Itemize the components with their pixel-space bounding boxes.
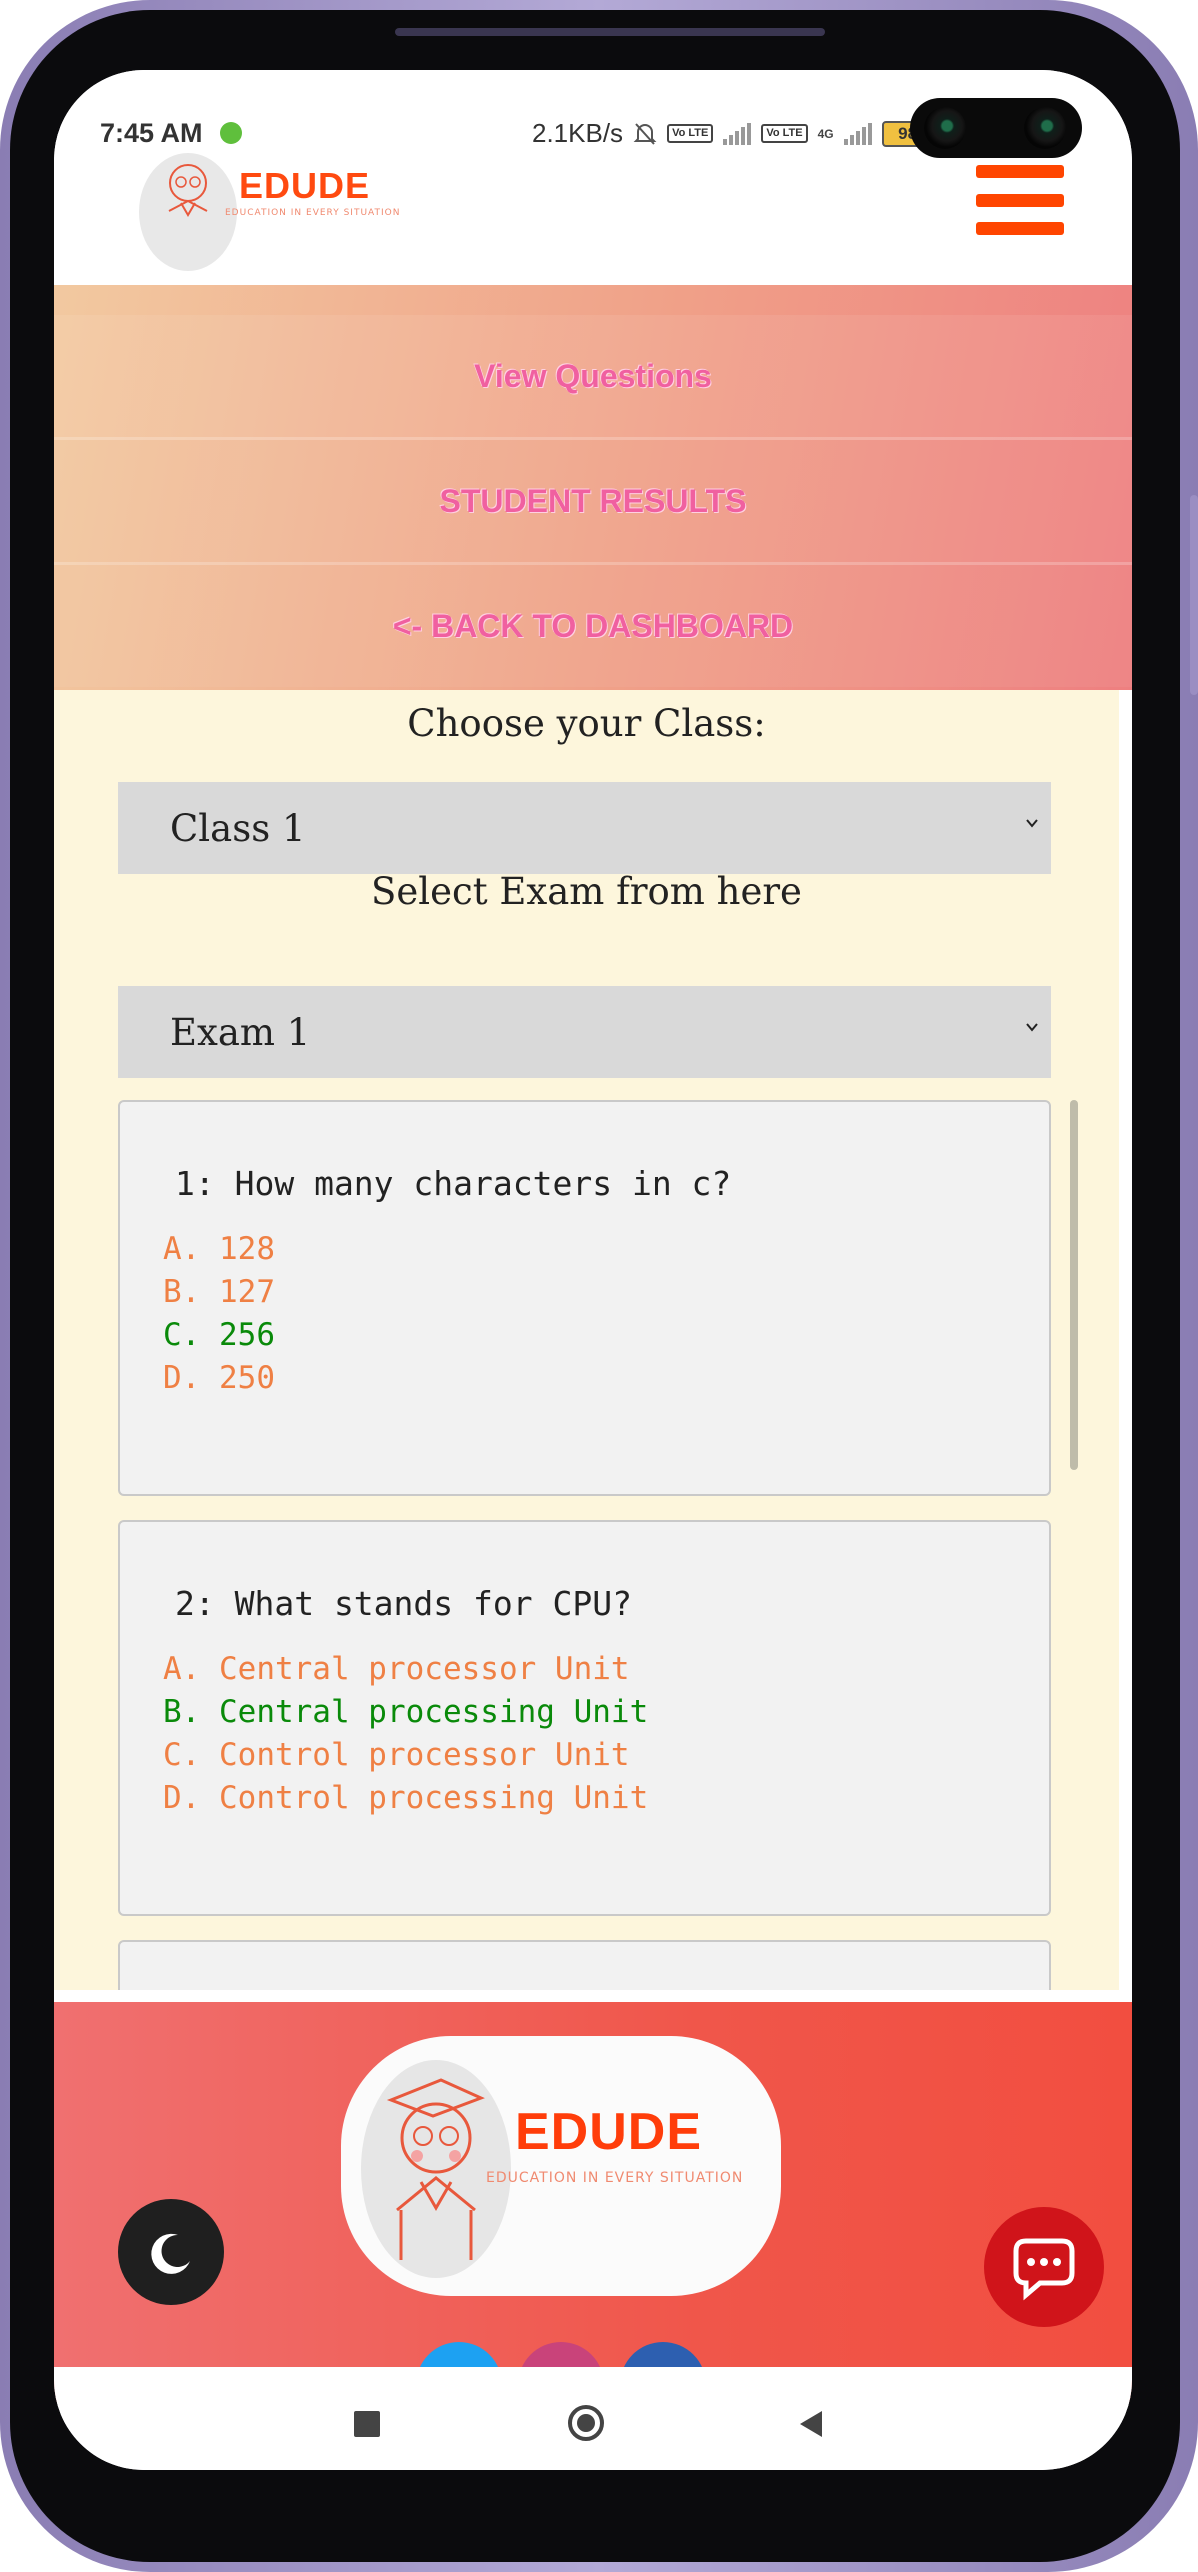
nav-menu: View Questions STUDENT RESULTS <- BACK T… <box>54 285 1132 690</box>
footer-logo-tagline: EDUCATION IN EVERY SITUATION <box>486 2170 744 2186</box>
main-content: Choose your Class: Class 1 Select Exam f… <box>54 690 1119 1990</box>
question-options: A. Central processor Unit B. Central pro… <box>163 1648 648 1820</box>
class-select[interactable]: Class 1 <box>118 782 1051 874</box>
questions-scrollbar[interactable] <box>1070 1100 1078 1470</box>
chevron-down-icon <box>1026 1023 1038 1032</box>
question-card: 2: What stands for CPU? A. Central proce… <box>118 1520 1051 1916</box>
footer-logo-name: EDUDE <box>515 2103 703 2161</box>
exam-select[interactable]: Exam 1 <box>118 986 1051 1078</box>
question-title: 1: How many characters in c? <box>175 1164 732 1203</box>
earpiece-speaker <box>395 28 825 36</box>
status-bar: 7:45 AM 2.1KB/s Vo LTE Vo LTE 4G 98 <box>54 70 1132 165</box>
question-card: 1: How many characters in c? A. 128 B. 1… <box>118 1100 1051 1496</box>
question-title: 2: What stands for CPU? <box>175 1584 632 1623</box>
bell-muted-icon <box>633 122 657 145</box>
option-b-correct[interactable]: B. Central processing Unit <box>163 1691 648 1734</box>
boy-mascot-icon <box>168 164 208 217</box>
site-header: EDUDE EDUCATION IN EVERY SITUATION <box>54 153 1132 285</box>
option-d[interactable]: D. Control processing Unit <box>163 1777 648 1820</box>
home-icon[interactable] <box>568 2405 604 2441</box>
class-select-value: Class 1 <box>170 806 306 850</box>
status-time: 7:45 AM <box>100 118 203 148</box>
shield-icon <box>220 122 242 144</box>
nav-back-to-dashboard[interactable]: <- BACK TO DASHBOARD <box>54 565 1132 687</box>
header-logo[interactable]: EDUDE EDUCATION IN EVERY SITUATION <box>139 153 459 273</box>
screen: 7:45 AM 2.1KB/s Vo LTE Vo LTE 4G 98 EDUD… <box>54 70 1132 2470</box>
status-indicators: 2.1KB/s Vo LTE Vo LTE 4G 98 <box>532 118 934 149</box>
question-card <box>118 1940 1051 1990</box>
recents-icon[interactable] <box>354 2411 380 2437</box>
choose-class-label: Choose your Class: <box>407 702 766 745</box>
lte-badge: Vo LTE <box>667 124 714 143</box>
camera-lens-icon <box>1024 107 1066 149</box>
camera-cutout <box>910 98 1082 158</box>
select-exam-label: Select Exam from here <box>371 870 802 913</box>
android-nav-bar <box>54 2367 1132 2470</box>
exam-select-value: Exam 1 <box>170 1010 311 1054</box>
chevron-down-icon <box>1026 819 1038 828</box>
logo-tagline: EDUCATION IN EVERY SITUATION <box>225 208 401 218</box>
boy-mascot-icon <box>386 2078 485 2260</box>
moon-icon <box>151 2233 190 2274</box>
footer-logo[interactable]: EDUDE EDUCATION IN EVERY SITUATION <box>341 2036 781 2296</box>
option-c-correct[interactable]: C. 256 <box>163 1314 275 1357</box>
option-b[interactable]: B. 127 <box>163 1271 275 1314</box>
option-a[interactable]: A. Central processor Unit <box>163 1648 648 1691</box>
signal-icon-2 <box>843 122 872 145</box>
lte-badge-2: Vo LTE <box>761 124 808 143</box>
option-d[interactable]: D. 250 <box>163 1357 275 1400</box>
option-a[interactable]: A. 128 <box>163 1228 275 1271</box>
chat-button[interactable] <box>984 2207 1104 2327</box>
back-icon[interactable] <box>796 2409 826 2439</box>
hamburger-icon[interactable] <box>976 165 1064 235</box>
network-4g: 4G <box>817 126 834 141</box>
footer: EDUDE EDUCATION IN EVERY SITUATION <box>54 2002 1132 2428</box>
questions-list[interactable]: 1: How many characters in c? A. 128 B. 1… <box>118 1100 1051 1990</box>
logo-name: EDUDE <box>239 165 371 206</box>
dark-mode-toggle[interactable] <box>118 2199 224 2305</box>
question-options: A. 128 B. 127 C. 256 D. 250 <box>163 1228 275 1400</box>
logo-avatar <box>139 153 237 271</box>
signal-icon <box>723 122 752 145</box>
nav-view-questions[interactable]: View Questions <box>54 315 1132 440</box>
camera-lens-icon <box>924 107 966 149</box>
chat-bubble-icon <box>1013 2238 1075 2301</box>
network-speed: 2.1KB/s <box>532 118 624 148</box>
footer-logo-avatar <box>361 2060 511 2278</box>
nav-student-results[interactable]: STUDENT RESULTS <box>54 440 1132 565</box>
option-c[interactable]: C. Control processor Unit <box>163 1734 648 1777</box>
side-button <box>1190 495 1198 695</box>
